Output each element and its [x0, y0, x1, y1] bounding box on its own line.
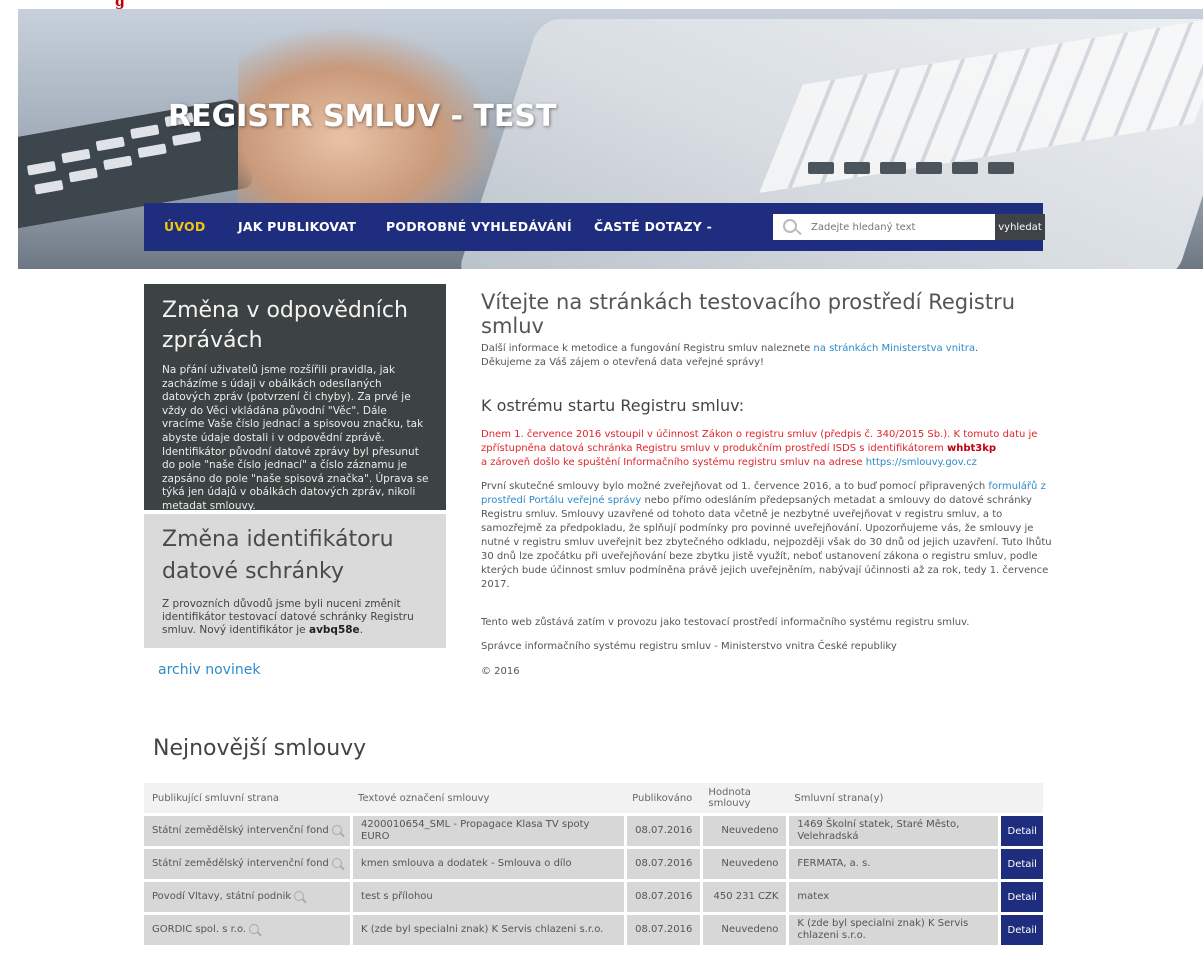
party-cell: FERMATA, a. s. — [786, 849, 999, 879]
subject-cell: K (zde byl specialni znak) K Servis chla… — [350, 915, 625, 945]
table-row: Státní zemědělský intervenční fond kmen … — [144, 849, 1043, 879]
table-row: Povodí Vltavy, státní podnik test s příl… — [144, 882, 1043, 912]
news-2-text-end: . — [359, 624, 364, 636]
main-heading: Vítejte na stránkách testovacího prostře… — [481, 290, 1016, 338]
info-text-2: nebo přímo odesláním předepsaných metada… — [481, 495, 1052, 590]
intro-paragraph: Další informace k metodice a fungování R… — [481, 342, 1051, 370]
table-row: Státní zemědělský intervenční fond 42000… — [144, 816, 1043, 846]
publisher-name: Státní zemědělský intervenční fond — [152, 825, 329, 836]
ministry-link[interactable]: na stránkách Ministerstva vnitra — [813, 343, 975, 354]
test-env-note: Tento web zůstává zatím v provozu jako t… — [481, 617, 970, 628]
warning-identifier: whbt3kp — [947, 443, 997, 454]
latest-contracts-title: Nejnovější smlouvy — [153, 736, 367, 761]
warning-paragraph: Dnem 1. července 2016 vstoupil v účinnos… — [481, 428, 1051, 470]
value-cell: Neuvedeno — [700, 816, 787, 846]
published-cell: 08.07.2016 — [624, 882, 701, 912]
news-2-title: Změna identifikátoru datové schránky — [162, 527, 394, 584]
publisher-cell: GORDIC spol. s r.o. — [144, 915, 351, 945]
detail-button[interactable]: Detail — [1002, 891, 1043, 904]
search-button[interactable]: vyhledat — [995, 214, 1045, 240]
search-icon — [783, 219, 797, 233]
col-party[interactable]: Smluvní strana(y) — [786, 783, 999, 813]
subject-cell: test s přílohou — [350, 882, 625, 912]
publisher-cell: Povodí Vltavy, státní podnik — [144, 882, 351, 912]
administrator-note: Správce informačního systému registru sm… — [481, 641, 897, 652]
start-subheading: K ostrému startu Registru smluv: — [481, 396, 745, 415]
published-cell: 08.07.2016 — [624, 915, 701, 945]
publisher-cell: Státní zemědělský intervenční fond — [144, 849, 351, 879]
site-title: REGISTR SMLUV - TEST — [168, 99, 557, 134]
search-icon[interactable] — [331, 858, 342, 868]
news-2-text: Z provozních důvodů jsme byli nuceni změ… — [162, 598, 432, 637]
detail-cell: Detail — [998, 915, 1043, 945]
subject-cell: kmen smlouva a dodatek - Smlouva o dílo — [350, 849, 625, 879]
value-cell: 450 231 CZK — [700, 882, 787, 912]
copyright: © 2016 — [481, 666, 520, 677]
archive-link[interactable]: archiv novinek — [158, 662, 260, 678]
warning-text-2: a zároveň došlo ke spuštění Informačního… — [481, 457, 866, 468]
detail-cell: Detail — [998, 849, 1043, 879]
news-2-text-body: Z provozních důvodů jsme byli nuceni změ… — [162, 598, 414, 636]
intro-text: Další informace k metodice a fungování R… — [481, 343, 814, 354]
top-strip: g — [0, 0, 1203, 10]
smlouvy-link[interactable]: https://smlouvy.gov.cz — [866, 457, 977, 468]
search-icon[interactable] — [249, 924, 260, 934]
publisher-name: Státní zemědělský intervenční fond — [152, 858, 329, 869]
news-2-identifier: avbq58e — [308, 624, 360, 636]
news-box-1: Změna v odpovědních zprávách Na přání už… — [144, 284, 446, 512]
detail-button[interactable]: Detail — [1002, 858, 1043, 871]
contracts-table: Publikující smluvní strana Textové označ… — [144, 780, 1043, 948]
info-paragraph: První skutečné smlouvy bylo možné zveřej… — [481, 480, 1056, 592]
party-cell: 1469 Školní statek, Staré Město, Velehra… — [786, 816, 999, 846]
detail-button[interactable]: Detail — [1002, 825, 1043, 838]
col-publisher[interactable]: Publikující smluvní strana — [144, 783, 351, 813]
info-text-1: První skutečné smlouvy bylo možné zveřej… — [481, 481, 989, 492]
nav-item-podrobne-vyhledavani[interactable]: PODROBNÉ VYHLEDÁVÁNÍ — [386, 219, 572, 234]
publisher-name: Povodí Vltavy, státní podnik — [152, 891, 292, 902]
search-icon[interactable] — [294, 891, 305, 901]
published-cell: 08.07.2016 — [624, 816, 701, 846]
nav-item-caste-dotazy[interactable]: ČASTÉ DOTAZY - — [594, 219, 712, 234]
search-icon[interactable] — [331, 825, 342, 835]
col-value[interactable]: Hodnota smlouvy — [700, 783, 787, 813]
col-subject[interactable]: Textové označení smlouvy — [350, 783, 625, 813]
col-detail — [998, 783, 1043, 813]
publisher-name: GORDIC spol. s r.o. — [152, 924, 247, 935]
party-cell: K (zde byl specialni znak) K Servis chla… — [786, 915, 999, 945]
news-1-title: Změna v odpovědních zprávách — [162, 298, 408, 353]
search-box — [773, 214, 995, 240]
value-cell: Neuvedeno — [700, 849, 787, 879]
intro-thanks: Děkujeme za Váš zájem o otevřená data ve… — [481, 357, 765, 368]
nav-item-uvod[interactable]: ÚVOD — [164, 219, 205, 234]
col-published[interactable]: Publikováno — [624, 783, 701, 813]
party-cell: matex — [786, 882, 999, 912]
search-input[interactable] — [809, 218, 993, 237]
detail-button[interactable]: Detail — [1002, 924, 1043, 937]
news-box-2: Změna identifikátoru datové schránky Z p… — [144, 514, 446, 648]
main-nav: ÚVOD JAK PUBLIKOVAT PODROBNÉ VYHLEDÁVÁNÍ… — [144, 203, 1045, 251]
news-1-text: Na přání uživatelů jsme rozšířili pravid… — [162, 364, 429, 512]
value-cell: Neuvedeno — [700, 915, 787, 945]
nav-item-jak-publikovat[interactable]: JAK PUBLIKOVAT — [238, 219, 356, 234]
table-row: GORDIC spol. s r.o. K (zde byl specialni… — [144, 915, 1043, 945]
subject-cell: 4200010654_SML - Propagace Klasa TV spot… — [350, 816, 625, 846]
publisher-cell: Státní zemědělský intervenční fond — [144, 816, 351, 846]
detail-cell: Detail — [998, 816, 1043, 846]
laptop-ports-image — [808, 159, 1024, 178]
main-content: Vítejte na stránkách testovacího prostře… — [481, 290, 1052, 677]
published-cell: 08.07.2016 — [624, 849, 701, 879]
detail-cell: Detail — [998, 882, 1043, 912]
table-header-row: Publikující smluvní strana Textové označ… — [144, 783, 1043, 813]
intro-end: . — [975, 343, 979, 354]
